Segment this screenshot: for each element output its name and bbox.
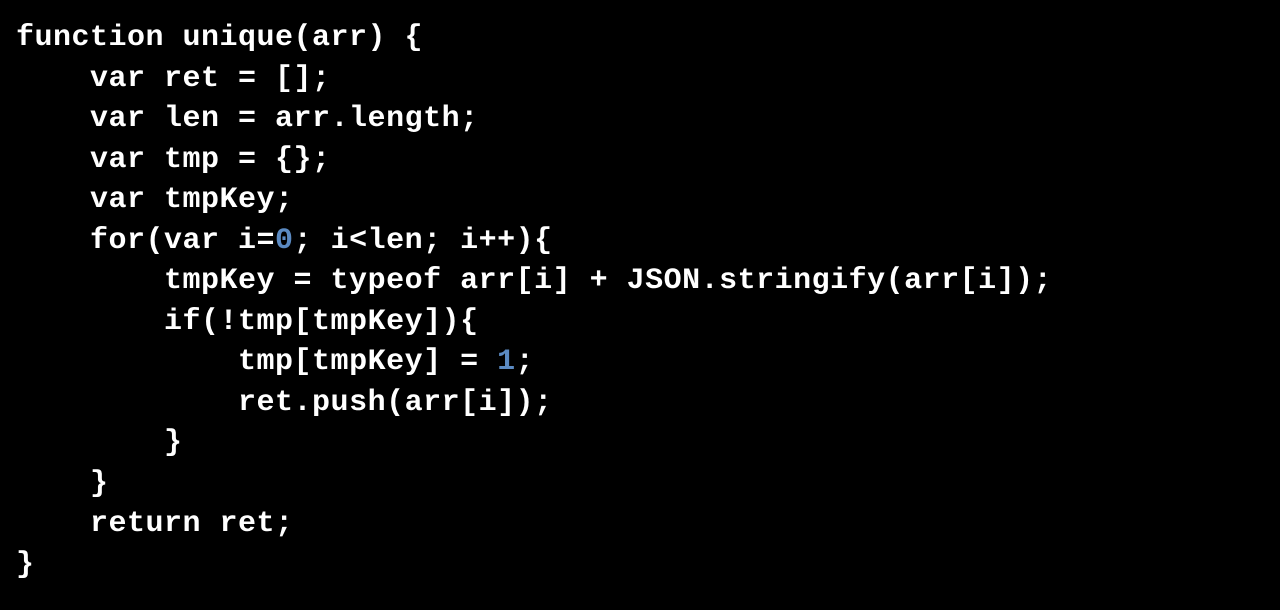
code-text: ret.push(arr[i]); xyxy=(238,386,553,420)
code-text: ; i<len; i++){ xyxy=(294,224,553,258)
code-line: ret.push(arr[i]); xyxy=(16,386,553,420)
code-line: for(var i=0; i<len; i++){ xyxy=(16,224,553,258)
code-line: } xyxy=(16,548,35,582)
code-text: ; xyxy=(516,345,535,379)
code-text: if(!tmp[tmpKey]){ xyxy=(164,305,479,339)
code-text: return ret; xyxy=(90,507,294,541)
code-block: function unique(arr) { var ret = []; var… xyxy=(0,0,1280,603)
code-text: } xyxy=(90,467,109,501)
code-text: } xyxy=(164,426,183,460)
code-line: var len = arr.length; xyxy=(16,102,479,136)
code-line: function unique(arr) { xyxy=(16,21,423,55)
code-text: var ret = []; xyxy=(90,62,331,96)
code-line: } xyxy=(16,426,183,460)
code-text: function unique(arr) { xyxy=(16,21,423,55)
code-text: tmpKey = typeof arr[i] + JSON.stringify(… xyxy=(164,264,1052,298)
code-line: if(!tmp[tmpKey]){ xyxy=(16,305,479,339)
code-line: var ret = []; xyxy=(16,62,331,96)
code-text: var len = arr.length; xyxy=(90,102,479,136)
code-line: tmpKey = typeof arr[i] + JSON.stringify(… xyxy=(16,264,1052,298)
code-text: } xyxy=(16,548,35,582)
code-text: for(var i= xyxy=(90,224,275,258)
code-line: tmp[tmpKey] = 1; xyxy=(16,345,534,379)
code-line: var tmpKey; xyxy=(16,183,294,217)
code-text: var tmpKey; xyxy=(90,183,294,217)
code-number-literal: 0 xyxy=(275,224,294,258)
code-line: } xyxy=(16,467,109,501)
code-text: tmp[tmpKey] = xyxy=(238,345,497,379)
code-text: var tmp = {}; xyxy=(90,143,331,177)
code-line: var tmp = {}; xyxy=(16,143,331,177)
code-number-literal: 1 xyxy=(497,345,516,379)
code-line: return ret; xyxy=(16,507,294,541)
